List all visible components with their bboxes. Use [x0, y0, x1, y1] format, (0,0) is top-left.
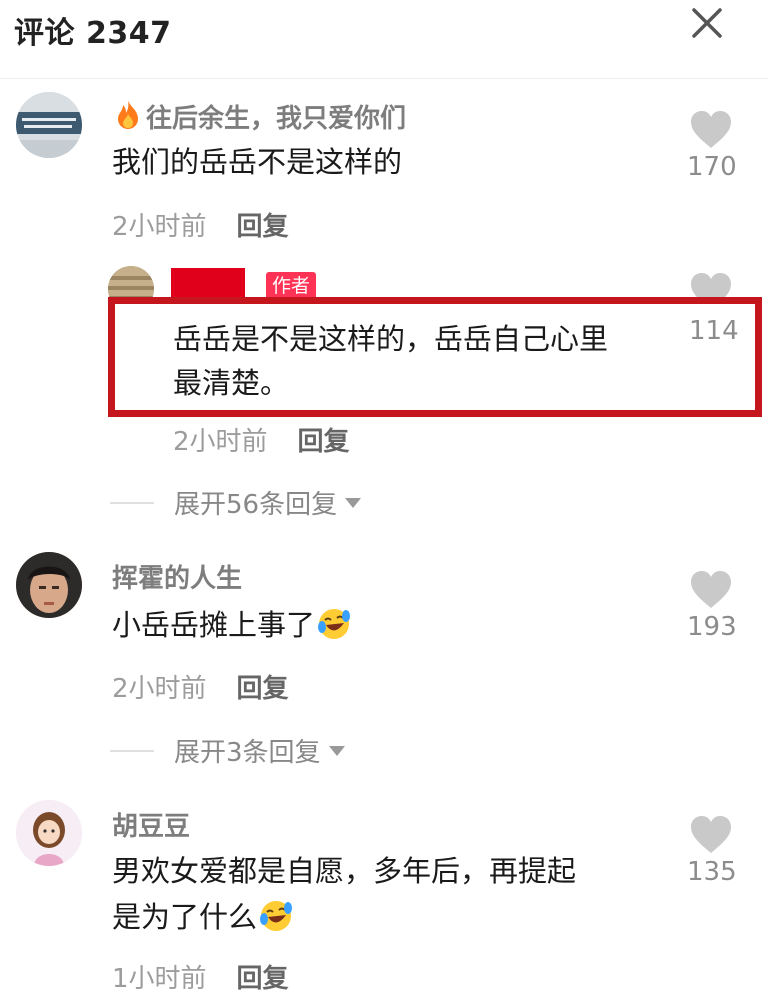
comments-title: 评论 2347	[14, 16, 172, 51]
expand-label: 展开56条回复	[174, 490, 338, 520]
reply-button[interactable]: 回复	[298, 427, 350, 457]
author-badge: 作者	[266, 272, 317, 300]
avatar[interactable]	[16, 800, 82, 866]
comment-text-content: 是为了什么	[112, 900, 258, 934]
like-count: 193	[687, 612, 737, 642]
heart-icon[interactable]	[689, 815, 733, 855]
reply-meta: 2小时前 回复	[173, 421, 350, 458]
comment-meta: 2小时前 回复	[112, 668, 289, 705]
expand-replies[interactable]: 展开3条回复	[110, 732, 345, 769]
reply-text-line: 岳岳是不是这样的，岳岳自己心里	[173, 322, 609, 356]
chevron-down-icon	[328, 745, 345, 756]
comments-header: 评论 2347	[0, 0, 768, 79]
comment-text: 我们的岳岳不是这样的	[112, 145, 403, 179]
reply-time: 2小时前	[173, 427, 268, 457]
close-icon[interactable]	[688, 4, 726, 42]
avatar[interactable]	[16, 92, 82, 158]
laughing-tears-emoji	[260, 901, 293, 931]
fire-icon	[118, 100, 138, 129]
redacted-username	[171, 268, 245, 300]
comment-username[interactable]: 胡豆豆	[112, 806, 190, 843]
like-count: 170	[687, 152, 737, 182]
reply-text-line: 最清楚。	[173, 366, 290, 400]
comment-username[interactable]: 挥霍的人生	[112, 558, 242, 595]
comment-time: 2小时前	[112, 212, 207, 242]
divider	[110, 501, 154, 504]
heart-icon[interactable]	[689, 570, 733, 610]
comment-time: 1小时前	[112, 964, 207, 994]
comment-text-line: 男欢女爱都是自愿，多年后，再提起	[112, 854, 577, 888]
like-count: 135	[687, 857, 737, 887]
reply-button[interactable]: 回复	[237, 964, 289, 994]
laughing-tears-emoji	[318, 609, 351, 639]
comment-text-content: 小岳岳摊上事了	[112, 608, 316, 642]
avatar[interactable]	[16, 552, 82, 618]
reply-button[interactable]: 回复	[237, 674, 289, 704]
comment-text-line: 是为了什么	[112, 894, 293, 941]
heart-icon[interactable]	[689, 110, 733, 150]
comment-username[interactable]: 往后余生，我只爱你们	[146, 98, 406, 135]
chevron-down-icon	[345, 497, 362, 508]
comment-time: 2小时前	[112, 674, 207, 704]
divider	[110, 749, 154, 752]
comment-text: 小岳岳摊上事了	[112, 602, 351, 649]
reply-button[interactable]: 回复	[237, 212, 289, 242]
comment-meta: 2小时前 回复	[112, 206, 289, 243]
comment-meta: 1小时前 回复	[112, 958, 289, 995]
expand-label: 展开3条回复	[174, 738, 321, 768]
expand-replies[interactable]: 展开56条回复	[110, 484, 362, 521]
like-count: 114	[689, 316, 739, 346]
